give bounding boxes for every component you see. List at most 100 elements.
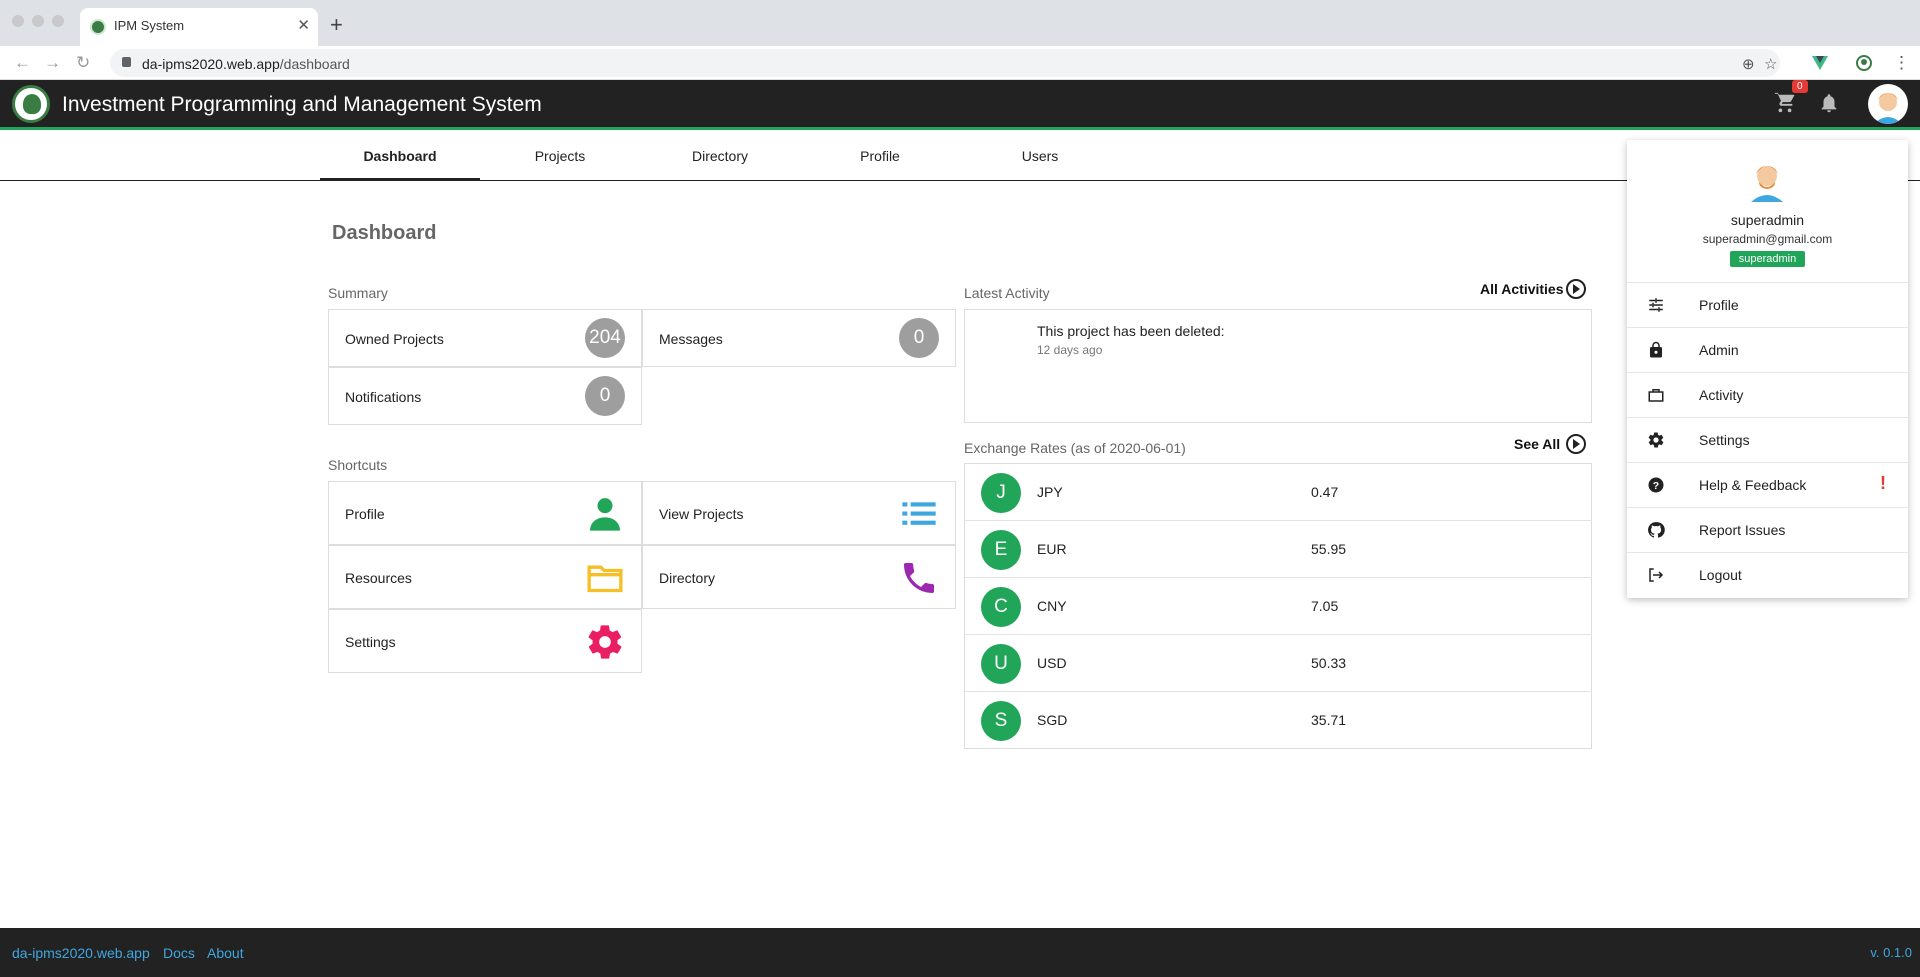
list-item[interactable]: S SGD 35.71 [965, 692, 1592, 749]
shortcut-settings[interactable]: Settings [328, 609, 642, 673]
messages-label: Messages [659, 331, 723, 347]
messages-card[interactable]: Messages 0 [642, 309, 956, 367]
tab-dashboard[interactable]: Dashboard [320, 133, 480, 180]
menu-item-label: Activity [1699, 387, 1744, 403]
tab-users[interactable]: Users [960, 133, 1120, 180]
menu-item-logout[interactable]: Logout [1627, 552, 1908, 597]
tune-icon [1649, 298, 1663, 312]
tab-projects[interactable]: Projects [480, 133, 640, 180]
notifications-card[interactable]: Notifications 0 [328, 367, 642, 425]
lock-icon [122, 57, 131, 67]
see-all-link[interactable]: See All [1514, 436, 1560, 452]
tab-profile[interactable]: Profile [800, 133, 960, 180]
footer-docs-link[interactable]: Docs [163, 945, 195, 961]
close-icon[interactable]: ✕ [297, 16, 310, 34]
folder-icon [587, 565, 623, 593]
app-version: v. 0.1.0 [1870, 945, 1912, 960]
account-username: superadmin [1730, 212, 1805, 228]
list-item[interactable]: U USD 50.33 [965, 635, 1592, 692]
github-icon [1648, 522, 1665, 538]
lock-icon [1650, 341, 1662, 358]
currency-avatar: U [981, 644, 1021, 684]
all-activities-link[interactable]: All Activities [1480, 281, 1564, 297]
bell-icon[interactable] [1818, 92, 1840, 114]
logout-icon [1649, 568, 1664, 582]
footer: da-ipms2020.web.app Docs About v. 0.1.0 [0, 928, 1920, 977]
window-close-dot[interactable] [12, 15, 24, 27]
activity-card: This project has been deleted: 12 days a… [964, 309, 1592, 423]
menu-item-activity[interactable]: Activity [1627, 372, 1908, 417]
currency-code: CNY [1037, 598, 1067, 614]
vue-extension-icon[interactable] [1812, 55, 1828, 71]
new-tab-icon[interactable]: + [330, 12, 343, 38]
owned-projects-count: 204 [585, 318, 625, 358]
shortcut-view-projects[interactable]: View Projects [642, 481, 956, 545]
briefcase-icon [1648, 389, 1664, 402]
menu-item-admin[interactable]: Admin [1627, 327, 1908, 372]
app-title: Investment Programming and Management Sy… [62, 93, 542, 116]
shortcut-resources[interactable]: Resources [328, 545, 642, 609]
shortcut-profile[interactable]: Profile [328, 481, 642, 545]
currency-avatar: E [981, 530, 1021, 570]
gear-icon [1648, 432, 1664, 448]
cart-count-badge: 0 [1792, 80, 1808, 93]
notifications-count: 0 [585, 376, 625, 416]
list-item[interactable]: J JPY 0.47 [965, 464, 1592, 521]
url-input[interactable]: da-ipms2020.web.app/dashboard ⊕ ☆ [110, 49, 1780, 77]
play-circle-icon[interactable] [1566, 279, 1586, 299]
menu-item-profile[interactable]: Profile [1627, 282, 1908, 327]
account-menu: superadmin superadmin@gmail.com superadm… [1627, 140, 1908, 598]
notifications-label: Notifications [345, 389, 422, 405]
activity-message: This project has been deleted: [1037, 323, 1225, 339]
window-minimize-dot[interactable] [32, 15, 44, 27]
messages-count: 0 [899, 318, 939, 358]
menu-item-help-feedback[interactable]: ? Help & Feedback ! [1627, 462, 1908, 507]
user-avatar-button[interactable] [1868, 84, 1908, 124]
list-item[interactable]: C CNY 7.05 [965, 578, 1592, 635]
add-circle-icon[interactable]: ⊕ [1742, 55, 1755, 73]
shortcut-resources-label: Resources [345, 570, 412, 586]
footer-site-link[interactable]: da-ipms2020.web.app [12, 945, 150, 961]
menu-item-settings[interactable]: Settings [1627, 417, 1908, 462]
menu-item-report-issues[interactable]: Report Issues [1627, 507, 1908, 552]
extension-icon[interactable] [1856, 55, 1872, 71]
avatar-icon [1874, 93, 1902, 124]
list-icon [902, 502, 936, 525]
forward-arrow-icon[interactable]: → [44, 53, 61, 73]
menu-item-label: Report Issues [1699, 522, 1786, 538]
currency-code: USD [1037, 655, 1067, 671]
browser-menu-icon[interactable]: ⋮ [1893, 53, 1910, 73]
latest-activity-label: Latest Activity [964, 285, 1050, 301]
app-logo[interactable] [12, 85, 50, 123]
owned-projects-card[interactable]: Owned Projects 204 [328, 309, 642, 367]
list-item[interactable]: E EUR 55.95 [965, 521, 1592, 578]
menu-item-label: Logout [1699, 567, 1742, 583]
shortcut-directory[interactable]: Directory [642, 545, 956, 609]
browser-tab[interactable]: IPM System ✕ [80, 8, 318, 46]
browser-tabbar: IPM System ✕ + [0, 0, 1920, 46]
currency-code: JPY [1037, 484, 1063, 500]
menu-item-label: Admin [1699, 342, 1739, 358]
account-email: superadmin@gmail.com [1702, 232, 1833, 246]
currency-rate: 35.71 [1311, 712, 1347, 728]
star-icon[interactable]: ☆ [1764, 55, 1777, 73]
role-badge: superadmin [1730, 251, 1805, 267]
activity-time: 12 days ago [1037, 343, 1103, 357]
owned-projects-label: Owned Projects [345, 331, 444, 347]
shortcuts-label: Shortcuts [328, 457, 388, 473]
play-circle-icon[interactable] [1566, 434, 1586, 454]
avatar-icon [1751, 166, 1783, 202]
tab-directory[interactable]: Directory [640, 133, 800, 180]
footer-about-link[interactable]: About [207, 945, 244, 961]
exchange-rates-label: Exchange Rates (as of 2020-06-01) [964, 440, 1186, 456]
currency-rate: 0.47 [1311, 484, 1339, 500]
favicon-icon [90, 19, 106, 35]
back-arrow-icon[interactable]: ← [14, 53, 31, 73]
shortcut-settings-label: Settings [345, 634, 396, 650]
window-zoom-dot[interactable] [52, 15, 64, 27]
reload-icon[interactable]: ↻ [76, 53, 90, 73]
cart-icon[interactable] [1774, 92, 1796, 114]
browser-tab-title: IPM System [114, 18, 185, 33]
shortcut-view-projects-label: View Projects [659, 506, 744, 522]
help-circle-icon: ? [1648, 477, 1664, 493]
